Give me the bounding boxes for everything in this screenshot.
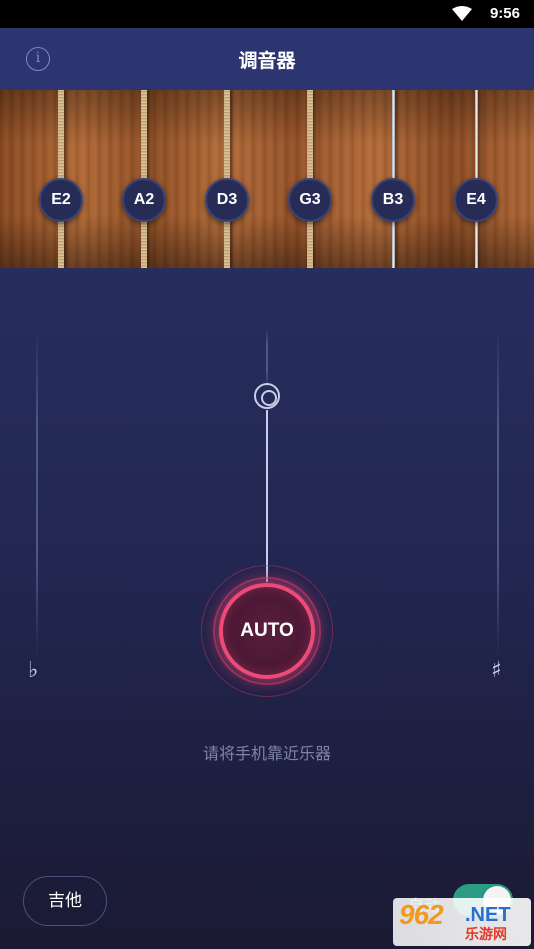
wood-shade [0,90,534,268]
status-time: 9:56 [489,5,520,22]
hint-text: 请将手机靠近乐器 [202,746,331,763]
watermark-number: 962 [399,899,444,930]
instrument-button[interactable]: 吉他 [23,876,107,926]
center-meter-line [266,328,268,388]
watermark-sub: 乐游网 [465,926,507,942]
flat-meter-line [36,328,38,658]
status-bar: 9:56 [0,0,534,28]
string-button-b3[interactable]: B3 [371,178,415,222]
string-button-g3[interactable]: G3 [288,178,332,222]
sharp-symbol: ♯ [491,658,502,683]
auto-button[interactable]: AUTO [219,583,315,679]
fretboard: E2 A2 D3 G3 B3 E4 [0,90,534,268]
sharp-meter-line [497,328,499,658]
page-title: 调音器 [238,51,296,72]
string-button-a2[interactable]: A2 [122,178,166,222]
flat-symbol: ♭ [28,658,39,683]
app-bar: i 调音器 [0,28,534,90]
wifi-icon [452,6,472,21]
tuning-needle [266,410,268,582]
string-button-e2[interactable]: E2 [39,178,83,222]
needle-head-icon [254,383,280,409]
string-button-d3[interactable]: D3 [205,178,249,222]
watermark-logo: 962 .NET 乐游网 [393,898,531,946]
tuner-screen: i 调音器 E2 A2 D3 G3 B3 E4 ♭ ♯ AUTO 请将手机靠近乐… [0,28,534,949]
string-button-e4[interactable]: E4 [454,178,498,222]
